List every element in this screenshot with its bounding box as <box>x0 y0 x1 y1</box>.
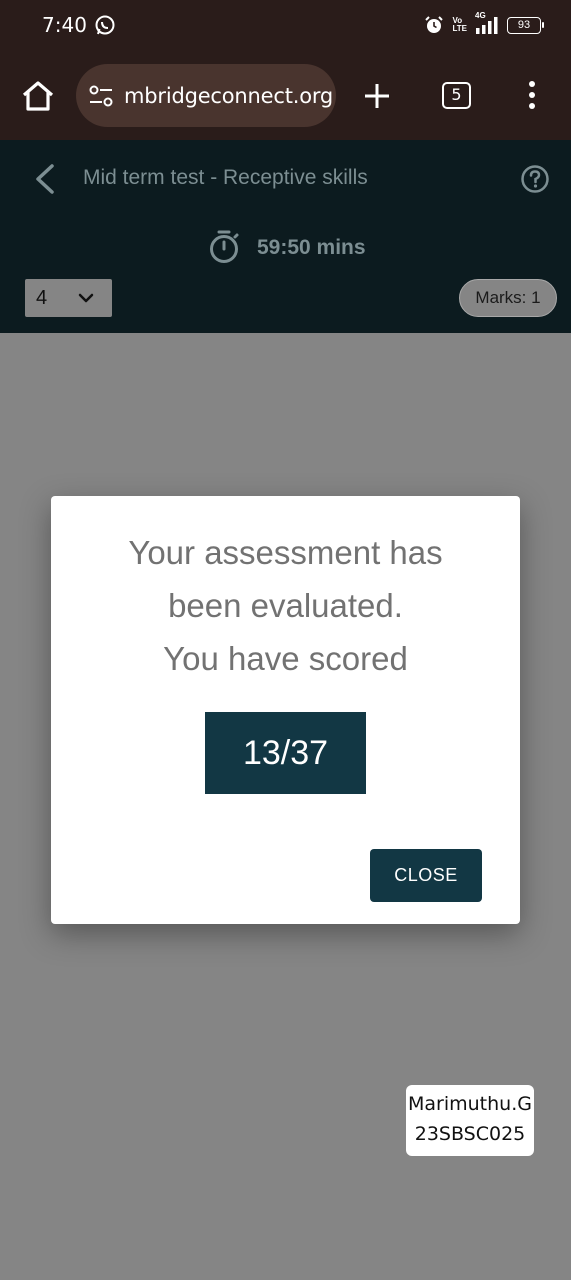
tab-switcher-button[interactable]: 5 <box>442 82 471 109</box>
home-icon[interactable] <box>18 76 58 116</box>
status-bar: 7:40 Vo LTE 4G 93 <box>0 0 571 52</box>
timer-text: 59:50 mins <box>257 236 366 259</box>
question-selector[interactable]: 4 <box>25 279 112 317</box>
volte-bottom-label: LTE <box>452 24 467 33</box>
help-icon[interactable] <box>520 164 550 194</box>
plus-icon[interactable] <box>362 81 392 111</box>
back-arrow-icon[interactable] <box>30 162 60 196</box>
stopwatch-icon <box>210 230 239 263</box>
url-text: mbridgeconnect.org <box>124 83 334 108</box>
result-message-line3: You have scored <box>163 640 408 677</box>
question-number: 4 <box>36 287 48 309</box>
student-id: 23SBSC025 <box>414 1123 526 1145</box>
result-message: Your assessment has been evaluated. You … <box>51 526 520 685</box>
result-message-line1: Your assessment has <box>128 534 443 571</box>
student-name: Marimuthu.G <box>408 1093 532 1115</box>
volte-indicator: Vo LTE <box>452 17 467 33</box>
test-header: Mid term test - Receptive skills 59:50 m… <box>0 140 571 333</box>
status-time: 7:40 <box>42 13 87 37</box>
score-display: 13/37 <box>205 712 366 794</box>
result-dialog: Your assessment has been evaluated. You … <box>51 496 520 924</box>
result-message-line2: been evaluated. <box>168 587 403 624</box>
battery-indicator: 93 <box>507 16 544 34</box>
site-settings-icon[interactable] <box>88 84 114 108</box>
alarm-icon <box>425 16 444 33</box>
browser-toolbar: mbridgeconnect.org 5 <box>0 52 571 140</box>
signal-indicator: 4G <box>475 12 499 34</box>
marks-badge: Marks: 1 <box>459 279 557 317</box>
network-type-label: 4G <box>475 11 486 20</box>
status-indicators: Vo LTE 4G 93 <box>424 12 544 37</box>
student-name-tag: Marimuthu.G 23SBSC025 <box>406 1085 534 1156</box>
whatsapp-icon <box>95 15 115 35</box>
page-title: Mid term test - Receptive skills <box>83 166 368 189</box>
chevron-down-icon <box>78 293 94 303</box>
address-bar[interactable]: mbridgeconnect.org <box>76 64 336 127</box>
close-button[interactable]: CLOSE <box>370 849 482 902</box>
kebab-menu-icon[interactable] <box>524 80 540 110</box>
